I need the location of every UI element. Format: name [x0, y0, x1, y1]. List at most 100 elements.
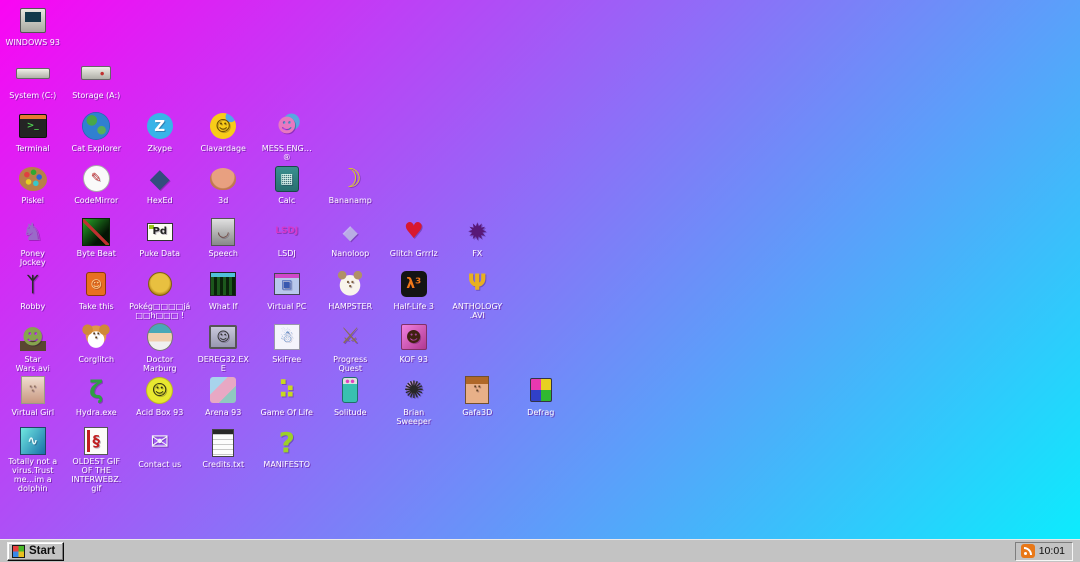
dolphin-icon: ∿ — [20, 427, 46, 455]
icon-slot: Pd — [147, 216, 173, 247]
icon-slot: ∿ — [20, 427, 46, 455]
rss-icon[interactable] — [1021, 544, 1035, 558]
icon-label: Star Wars.avi — [16, 355, 50, 373]
desktop-icon-skifree[interactable]: ☃SkiFree — [255, 322, 319, 375]
desktop-icon-fx[interactable]: ✹FX — [446, 216, 510, 269]
icon-slot: ☽ — [335, 163, 365, 194]
desktop-icon-threed[interactable]: 3d — [192, 163, 256, 216]
icon-slot — [212, 427, 234, 458]
pinwheel-icon: ✹ — [462, 217, 492, 247]
desktop-icon-gafa3d[interactable]: ∵Gafa3D — [446, 375, 510, 428]
pd-flag-icon: Pd — [147, 223, 173, 241]
lips-icon: ♥ — [399, 217, 429, 247]
computer-icon — [20, 8, 46, 33]
desktop-icon-hexed[interactable]: ◆HexEd — [128, 163, 192, 216]
desktop-icon-windows-93[interactable]: WINDOWS 93 — [1, 5, 65, 58]
corgi-icon: ∵ — [93, 332, 100, 342]
icon-slot: ◡ — [211, 216, 235, 247]
icon-label: HAMPSTER — [328, 302, 372, 311]
icon-slot: ☺ — [210, 111, 236, 142]
desktop-icon-codemirror[interactable]: ✎CodeMirror — [65, 163, 129, 216]
desktop-icon-bananamp[interactable]: ☽ Bananamp — [319, 163, 383, 216]
desktop-icon-piskel[interactable]: Piskel — [1, 163, 65, 216]
old-man-sprite-icon: ☺ — [86, 272, 106, 296]
desktop-icon-progress-quest[interactable]: ⚔Progress Quest — [319, 322, 383, 375]
hamster-icon: ∵ — [336, 271, 364, 297]
question-mark-icon: ? — [272, 428, 302, 458]
taskbar-clock[interactable]: 10:01 — [1039, 545, 1067, 557]
lsdj-logo-icon: LSDJ — [272, 217, 302, 247]
desktop-icon-take-this[interactable]: ☺Take this — [65, 269, 129, 322]
desktop-icon-terminal[interactable]: >_Terminal — [1, 111, 65, 164]
desktop-icon-game-of-life[interactable]: ⠵Game Of Life — [255, 375, 319, 428]
icon-label: Glitch Grrrlz — [390, 249, 438, 258]
desktop-icon-cat-explorer[interactable]: Cat Explorer — [65, 111, 129, 164]
icon-label: WINDOWS 93 — [6, 38, 60, 47]
desktop-icon-clavardage[interactable]: ☺Clavardage — [192, 111, 256, 164]
desktop-icon-manifesto[interactable]: ?MANIFESTO — [255, 427, 319, 480]
doctor-icon — [147, 323, 173, 351]
lambda-icon: λ³ — [406, 277, 421, 291]
icon-slot: ◆ — [335, 216, 365, 247]
desktop-icon-hampster[interactable]: ∵ HAMPSTER — [319, 269, 383, 322]
desktop-icon-defrag[interactable]: Defrag — [509, 375, 573, 428]
desktop-icon-nanoloop[interactable]: ◆ Nanoloop — [319, 216, 383, 269]
desktop-icon-calc[interactable]: ▦Calc — [255, 163, 319, 216]
desktop-icon-glitch-grrrlz[interactable]: ♥ Glitch Grrrlz — [382, 216, 446, 269]
start-button[interactable]: Start — [7, 542, 64, 561]
desktop-icon-grid: WINDOWS 93 System (C:)Storage (A:)>_Termi… — [1, 5, 573, 480]
desktop-icon-pokegarbled[interactable]: Pokég□□□□já □□h□□□ ! — [128, 269, 192, 322]
icon-label: Bananamp — [329, 196, 372, 205]
desktop-icon-lsdj[interactable]: LSDJLSDJ — [255, 216, 319, 269]
desktop-icon-poney-jockey[interactable]: ♞ Poney Jockey — [1, 216, 65, 269]
icon-label: Credits.txt — [202, 460, 244, 469]
icon-label: Nanoloop — [331, 249, 369, 258]
icon-label: Poney Jockey — [20, 249, 46, 267]
desktop-icon-solitude[interactable]: Solitude — [319, 375, 383, 428]
desktop-icon-credits-txt[interactable]: Credits.txt — [192, 427, 256, 480]
desktop-icon-dolphin-virus[interactable]: ∿Totally not a virus.Trust me...im a dol… — [1, 427, 65, 480]
desktop-icon-what-if[interactable]: What If — [192, 269, 256, 322]
desktop-icon-system-c[interactable]: System (C:) — [1, 58, 65, 111]
lsdj-logo-icon: LSDJ — [275, 227, 298, 236]
icon-slot — [81, 58, 111, 89]
taskbar: Start 10:01 — [0, 539, 1080, 562]
desktop-icon-hydra-exe[interactable]: ζHydra.exe — [65, 375, 129, 428]
desktop-icon-virtual-girl[interactable]: ∵Virtual Girl — [1, 375, 65, 428]
icon-slot: ▣ — [274, 269, 300, 300]
monitor-face-icon: ☺ — [209, 325, 237, 349]
desktop-icon-messenger[interactable]: ☻MESS.ENG… ® — [255, 111, 319, 164]
desktop-icon-dereg32-exe[interactable]: ☺DEREG32.EX E — [192, 322, 256, 375]
icon-label: KOF 93 — [400, 355, 428, 364]
desktop-icon-kof-93[interactable]: ☻KOF 93 — [382, 322, 446, 375]
desktop-icon-storage-a[interactable]: Storage (A:) — [65, 58, 129, 111]
icon-label: Defrag — [527, 408, 554, 417]
cat-pencil-icon: ✎ — [91, 172, 102, 185]
icon-row: ∵Virtual GirlζHydra.exe☺Acid Box 93Arena… — [1, 375, 573, 428]
desktop-icon-oldest-gif[interactable]: §OLDEST GIF OF THE INTERWEBZ. gif — [65, 427, 129, 480]
desktop-icon-star-wars-avi[interactable]: ☻Star Wars.avi — [1, 322, 65, 375]
hero-face-icon: ∵ — [474, 385, 481, 395]
desktop-icon-contact-us[interactable]: ✉Contact us — [128, 427, 192, 480]
desktop-icon-puke-data[interactable]: Pd Puke Data — [128, 216, 192, 269]
icon-label: Puke Data — [139, 249, 180, 258]
desktop-icon-robby[interactable]: ᛉRobby — [1, 269, 65, 322]
desktop-icon-virtual-pc[interactable]: ▣Virtual PC — [255, 269, 319, 322]
icon-label: Acid Box 93 — [136, 408, 183, 417]
desktop-icon-acid-box-93[interactable]: ☺Acid Box 93 — [128, 375, 192, 428]
desktop-icon-arena-93[interactable]: Arena 93 — [192, 375, 256, 428]
icon-slot: Z — [147, 111, 173, 142]
desktop-icon-byte-beat[interactable]: Byte Beat — [65, 216, 129, 269]
desktop-icon-speech[interactable]: ◡Speech — [192, 216, 256, 269]
desktop-icon-half-life-3[interactable]: λ³Half-Life 3 — [382, 269, 446, 322]
teapot-icon — [210, 168, 236, 190]
desktop-icon-corglitch[interactable]: ∵Corglitch — [65, 322, 129, 375]
crossed-swords-icon: ⚔ — [340, 326, 360, 348]
desktop-icon-anthology-avi[interactable]: ΨANTHOLOGY .AVI — [446, 269, 510, 322]
desktop-icon-zkype[interactable]: ZZkype — [128, 111, 192, 164]
desktop-icon-brian-sweeper[interactable]: ✺Brian Sweeper — [382, 375, 446, 428]
icon-slot — [530, 375, 552, 406]
desktop-icon-doctor-marburg[interactable]: Doctor Marburg — [128, 322, 192, 375]
icon-label: Terminal — [16, 144, 50, 153]
pony-icon: ♞ — [18, 217, 48, 247]
